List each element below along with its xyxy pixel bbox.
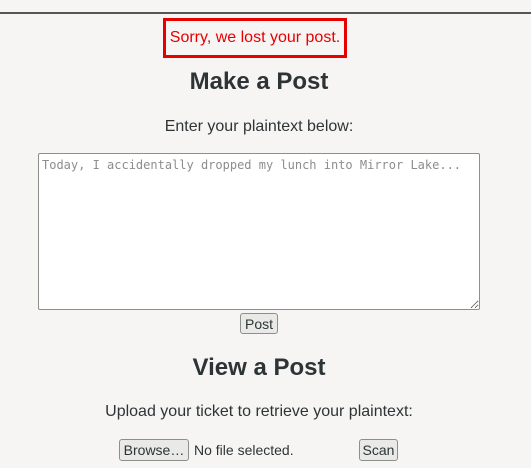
- view-post-instruction: Upload your ticket to retrieve your plai…: [105, 403, 413, 420]
- error-message-text: Sorry, we lost your post.: [169, 29, 341, 46]
- plaintext-input[interactable]: [38, 153, 480, 310]
- make-post-instruction: Enter your plaintext below:: [164, 118, 354, 135]
- view-post-heading: View a Post: [192, 354, 326, 381]
- file-status-text: No file selected.: [194, 442, 294, 458]
- scan-button[interactable]: Scan: [359, 439, 398, 461]
- post-button[interactable]: Post: [240, 313, 278, 334]
- error-message: Sorry, we lost your post.: [163, 18, 347, 58]
- browse-button[interactable]: Browse…: [119, 439, 189, 461]
- top-divider: [0, 12, 531, 14]
- make-post-heading: Make a Post: [189, 68, 329, 95]
